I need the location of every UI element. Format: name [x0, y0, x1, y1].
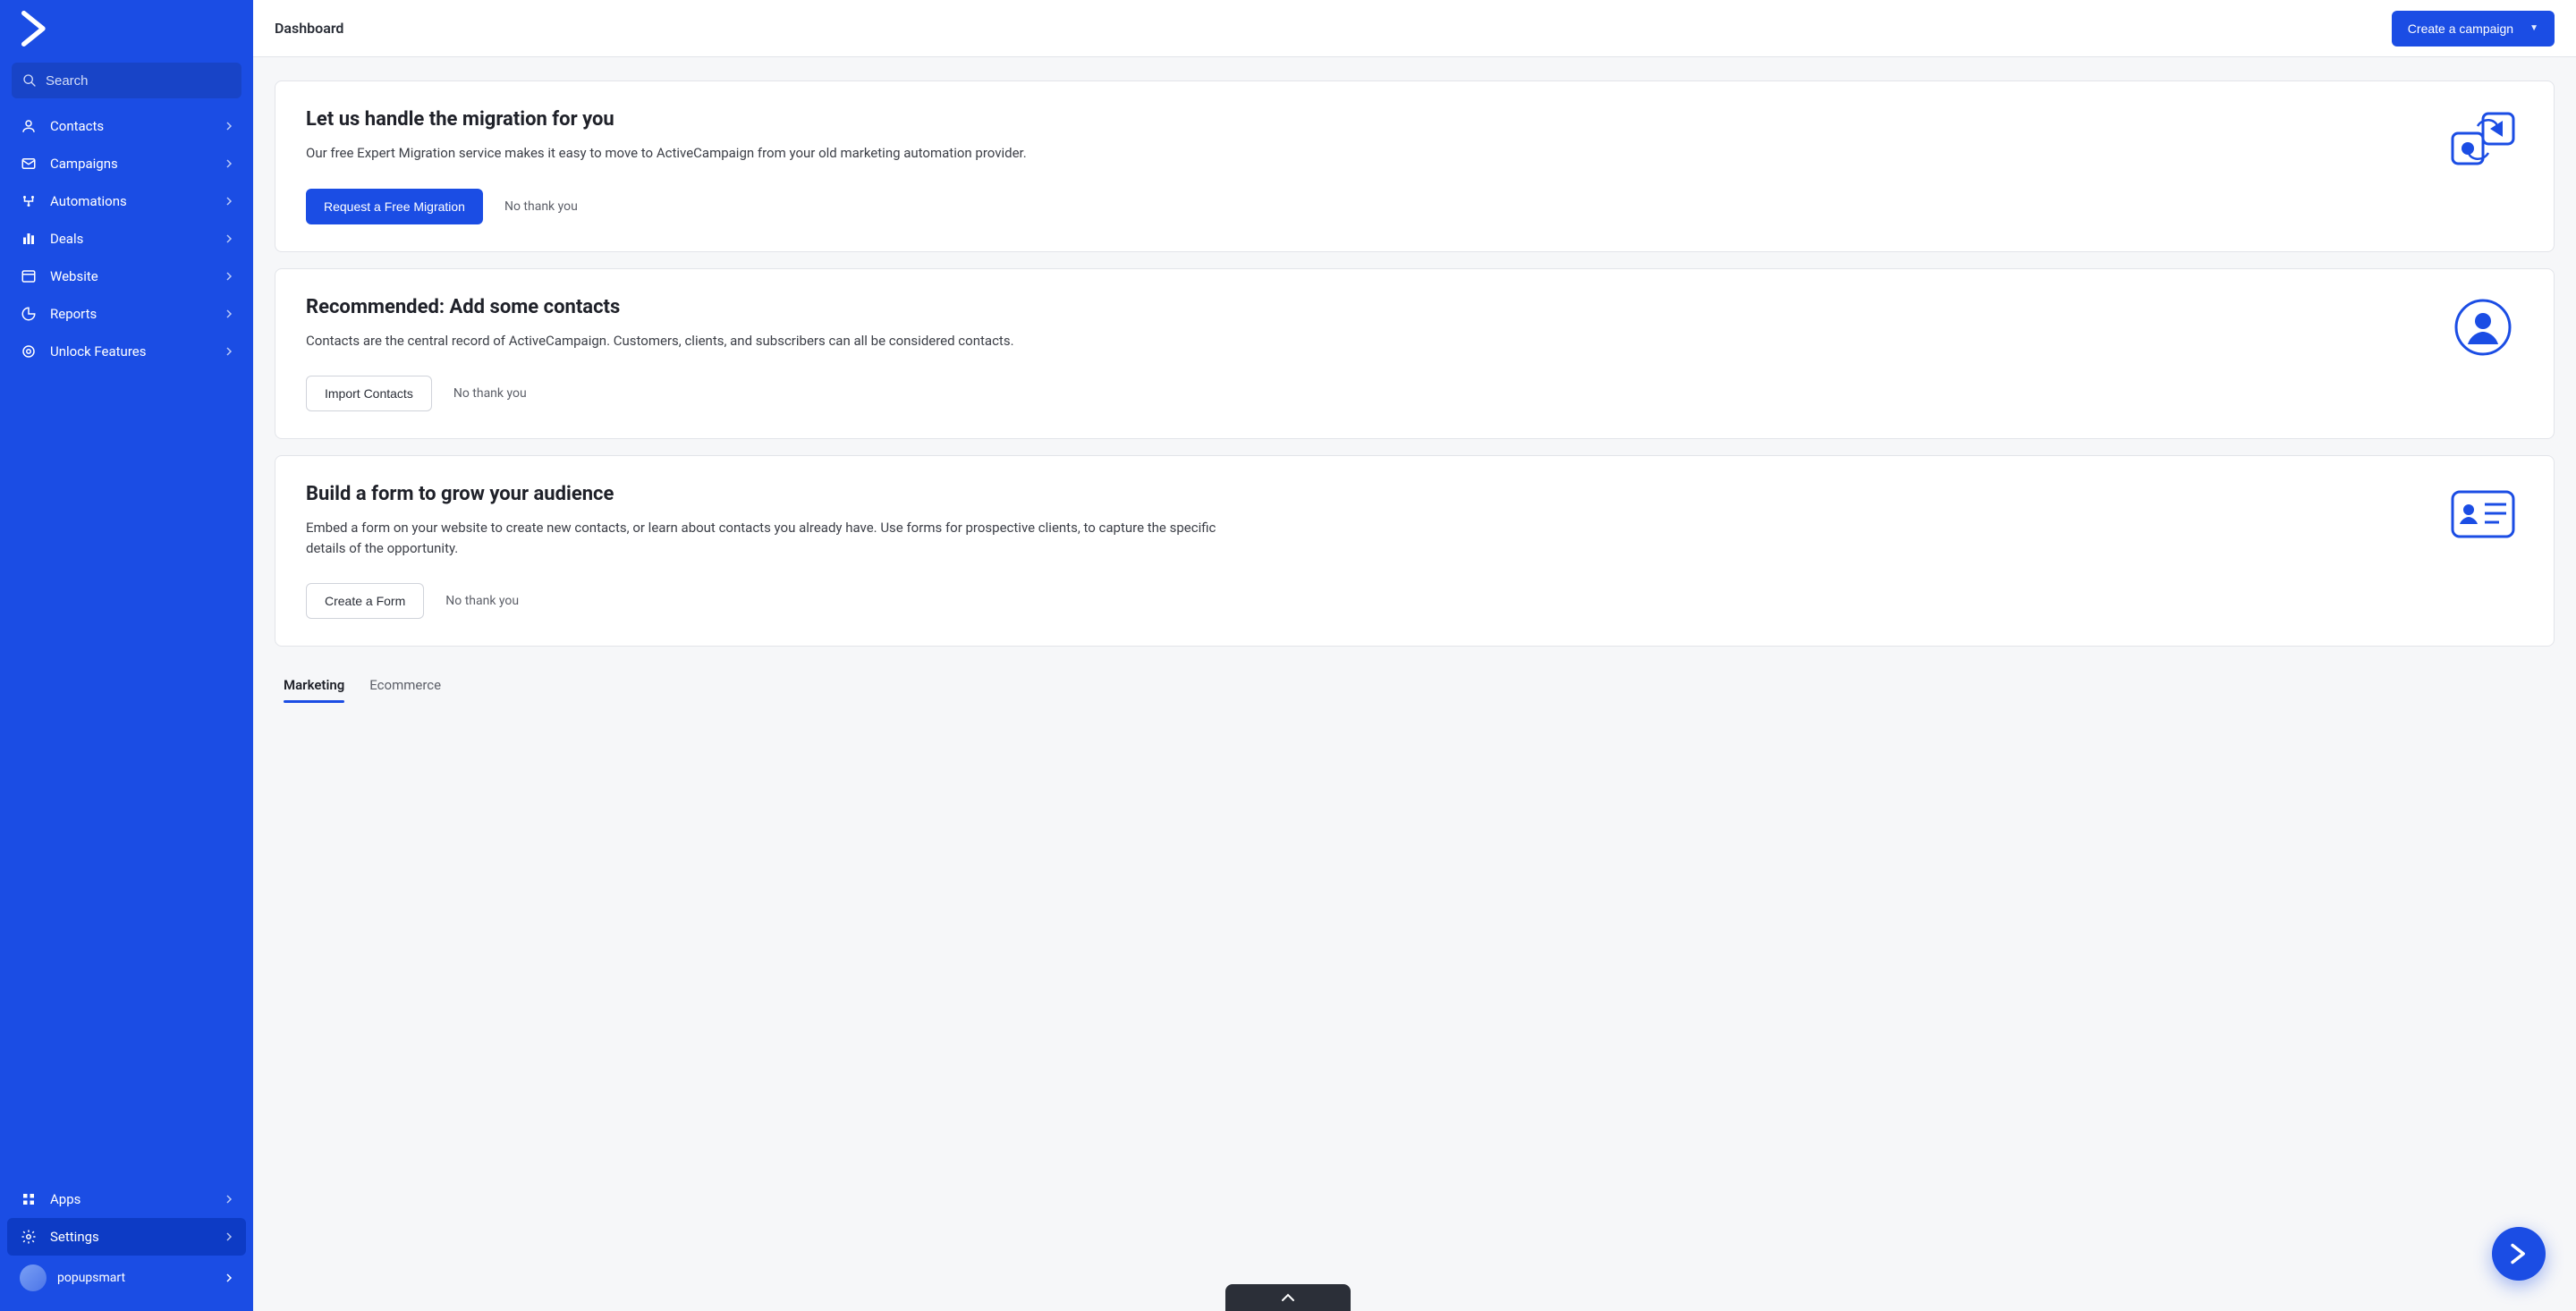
card-body: Let us handle the migration for you Our …: [306, 108, 2407, 224]
nav-item-deals[interactable]: Deals: [7, 220, 246, 258]
chevron-right-icon: [225, 1195, 233, 1204]
dismiss-link[interactable]: No thank you: [504, 199, 578, 214]
chevron-up-icon: [1281, 1293, 1295, 1302]
card-body: Recommended: Add some contacts Contacts …: [306, 296, 2407, 412]
window-icon: [20, 268, 38, 284]
nav-label: Reports: [50, 306, 212, 322]
request-migration-button[interactable]: Request a Free Migration: [306, 189, 483, 224]
nav-label: Website: [50, 268, 212, 284]
account-name: popupsmart: [57, 1271, 214, 1285]
chevron-right-icon: [225, 122, 233, 131]
nav-item-apps[interactable]: Apps: [7, 1180, 246, 1218]
dismiss-link[interactable]: No thank you: [453, 386, 527, 401]
nav-label: Settings: [50, 1229, 212, 1245]
user-icon: [20, 118, 38, 134]
nav-item-automations[interactable]: Automations: [7, 182, 246, 220]
create-form-button[interactable]: Create a Form: [306, 583, 424, 619]
chevron-right-icon: [225, 1273, 233, 1282]
app-logo[interactable]: [0, 0, 253, 57]
nav-item-contacts[interactable]: Contacts: [7, 107, 246, 145]
avatar: [20, 1264, 47, 1291]
nav-item-settings[interactable]: Settings: [7, 1218, 246, 1256]
help-fab[interactable]: [2492, 1227, 2546, 1281]
card-title: Let us handle the migration for you: [306, 108, 2407, 131]
nav-item-reports[interactable]: Reports: [7, 295, 246, 333]
card-title: Build a form to grow your audience: [306, 483, 2407, 505]
sidebar: Contacts Campaigns Automations Deals: [0, 0, 253, 1311]
pie-icon: [20, 306, 38, 322]
card-contacts: Recommended: Add some contacts Contacts …: [275, 268, 2555, 440]
dismiss-link[interactable]: No thank you: [445, 594, 519, 608]
gear-icon: [20, 1229, 38, 1245]
card-desc: Contacts are the central record of Activ…: [306, 331, 1245, 351]
migration-illustration: [2443, 108, 2523, 224]
drawer-handle[interactable]: [1225, 1284, 1351, 1311]
search-container: [0, 57, 253, 102]
content-area: Let us handle the migration for you Our …: [253, 57, 2576, 1311]
main: Dashboard Create a campaign ▼ Let us han…: [253, 0, 2576, 1311]
contact-illustration: [2443, 296, 2523, 412]
import-contacts-button[interactable]: Import Contacts: [306, 376, 432, 411]
grid-icon: [20, 1191, 38, 1207]
nav-label: Unlock Features: [50, 343, 212, 359]
nav-label: Automations: [50, 193, 212, 209]
card-migration: Let us handle the migration for you Our …: [275, 80, 2555, 252]
create-campaign-button[interactable]: Create a campaign ▼: [2392, 11, 2555, 47]
chevron-right-icon: [225, 309, 233, 318]
search-box[interactable]: [12, 63, 242, 98]
card-desc: Our free Expert Migration service makes …: [306, 143, 1245, 164]
create-campaign-label: Create a campaign: [2408, 21, 2513, 36]
caret-down-icon: ▼: [2529, 23, 2538, 33]
nav-label: Apps: [50, 1191, 212, 1207]
card-body: Build a form to grow your audience Embed…: [306, 483, 2407, 619]
topbar: Dashboard Create a campaign ▼: [253, 0, 2576, 57]
nav-item-unlock-features[interactable]: Unlock Features: [7, 333, 246, 370]
bars-icon: [20, 231, 38, 247]
secondary-nav: Apps Settings popupsmart: [0, 1175, 253, 1311]
card-actions: Request a Free Migration No thank you: [306, 189, 2407, 224]
card-title: Recommended: Add some contacts: [306, 296, 2407, 318]
card-desc: Embed a form on your website to create n…: [306, 518, 1245, 558]
dashboard-tabs: Marketing Ecommerce: [275, 663, 2555, 703]
brand-chevron-icon: [2507, 1242, 2530, 1265]
nav-item-website[interactable]: Website: [7, 258, 246, 295]
nav-label: Contacts: [50, 118, 212, 134]
nav-label: Campaigns: [50, 156, 212, 172]
brand-chevron-icon: [21, 11, 50, 47]
search-icon: [22, 72, 37, 89]
chevron-right-icon: [225, 159, 233, 168]
nodes-icon: [20, 193, 38, 209]
page-title: Dashboard: [275, 20, 343, 37]
chevron-right-icon: [225, 272, 233, 281]
mail-icon: [20, 156, 38, 172]
card-form: Build a form to grow your audience Embed…: [275, 455, 2555, 647]
target-icon: [20, 343, 38, 359]
nav-label: Deals: [50, 231, 212, 247]
primary-nav: Contacts Campaigns Automations Deals: [0, 102, 253, 1175]
form-illustration: [2443, 483, 2523, 619]
nav-item-campaigns[interactable]: Campaigns: [7, 145, 246, 182]
tab-marketing[interactable]: Marketing: [284, 668, 344, 702]
chevron-right-icon: [225, 197, 233, 206]
card-actions: Import Contacts No thank you: [306, 376, 2407, 411]
chevron-right-icon: [225, 347, 233, 356]
tab-ecommerce[interactable]: Ecommerce: [369, 668, 441, 702]
card-actions: Create a Form No thank you: [306, 583, 2407, 619]
chevron-right-icon: [225, 234, 233, 243]
search-input[interactable]: [46, 73, 231, 89]
account-menu[interactable]: popupsmart: [7, 1256, 246, 1300]
chevron-right-icon: [225, 1232, 233, 1241]
